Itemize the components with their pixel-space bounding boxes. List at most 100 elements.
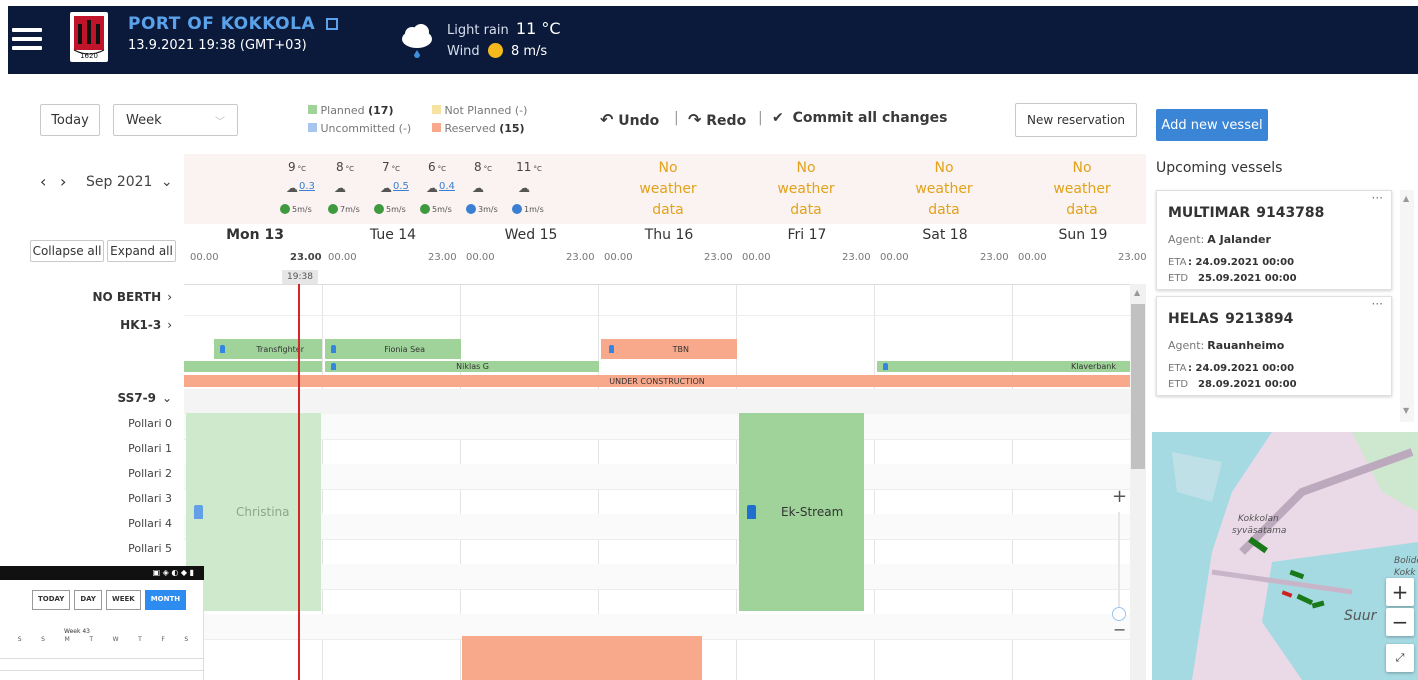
agent-label: Agent:: [1168, 233, 1205, 246]
berth-label[interactable]: SS7-9 ⌄: [22, 391, 173, 405]
temp-unit: °C: [345, 165, 355, 173]
scroll-down-icon[interactable]: ▼: [1403, 406, 1409, 415]
construction-label: UNDER CONSTRUCTION: [609, 376, 705, 386]
reservation-bar-tbn[interactable]: TBN: [601, 339, 737, 359]
sidebar-scrollbar[interactable]: ▲ ▼: [1400, 190, 1414, 422]
external-link-icon[interactable]: [325, 18, 338, 30]
scroll-up-icon[interactable]: ▲: [1403, 194, 1409, 203]
scroll-up-icon[interactable]: ▲: [1134, 288, 1140, 297]
slot-temperature: 6 °C: [414, 160, 460, 174]
port-logo: 1620: [70, 12, 108, 62]
wind-value: 3m/s: [478, 204, 498, 214]
slot-wind: 7m/s: [328, 204, 360, 214]
no-weather-line: weather: [639, 181, 697, 197]
day-end-time: 23.00: [428, 252, 457, 263]
temp-unit: °C: [483, 165, 493, 173]
vessel-agent: Agent: A Jalander: [1168, 233, 1271, 246]
divider: |: [758, 110, 763, 126]
chevron-icon[interactable]: ⌄: [162, 391, 172, 405]
map-zoom-in-button[interactable]: +: [1386, 578, 1414, 606]
vessel-pin-icon: [883, 363, 888, 370]
grid-scrollbar[interactable]: ▲: [1130, 284, 1146, 680]
no-weather-line: No: [796, 160, 816, 176]
chevron-icon[interactable]: ›: [167, 318, 172, 332]
day-end-time: 23.00: [1118, 252, 1147, 263]
rain-amount: 0.3: [299, 181, 315, 192]
slot-wind: 5m/s: [420, 204, 452, 214]
month-picker[interactable]: Sep 2021 ⌄: [86, 174, 173, 190]
today-button[interactable]: Today: [40, 104, 100, 136]
vessel-block-christina[interactable]: Christina: [186, 413, 321, 611]
redo-button[interactable]: ↷ Redo: [688, 110, 746, 129]
temp-value: 11: [516, 160, 532, 174]
vessel-bar-klaverbank[interactable]: Klaverbank: [877, 361, 1130, 372]
berth-name: HK1-3: [120, 318, 162, 332]
prev-week-button[interactable]: ‹: [40, 172, 46, 191]
vessel-card[interactable]: ··· MULTIMAR 9143788 Agent: A Jalander ETA: 2…: [1156, 190, 1392, 290]
wind-value: 5m/s: [386, 204, 406, 214]
berth-label[interactable]: HK1-3 ›: [22, 318, 172, 332]
mobile-view-button[interactable]: DAY: [74, 590, 102, 610]
slot-temperature: 9 °C: [274, 160, 320, 174]
cloud-rain-icon: [400, 24, 434, 60]
vessel-pin-icon: [331, 363, 336, 370]
agent-name: Rauanheimo: [1207, 339, 1285, 352]
vessel-pin-icon: [331, 345, 336, 353]
mobile-view-button[interactable]: MONTH: [144, 590, 187, 610]
vessel-bar-transfighter[interactable]: Transfighter: [214, 339, 322, 359]
chevron-icon[interactable]: ›: [167, 290, 172, 304]
zoom-in-button[interactable]: +: [1112, 486, 1127, 507]
day-end-time: 23.00: [980, 252, 1009, 263]
row-band: [184, 564, 1130, 589]
map-zoom-out-button[interactable]: −: [1386, 608, 1414, 636]
legend-uncommitted: Uncommitted (-): [308, 122, 411, 135]
berth-name: Pollari 2: [128, 467, 172, 480]
vessel-bar-transfighter-tail[interactable]: [184, 361, 322, 372]
vessel-title: HELAS: [1168, 311, 1220, 327]
more-options-icon[interactable]: ···: [1372, 297, 1383, 311]
vessel-imo: 9213894: [1225, 311, 1294, 327]
next-week-button[interactable]: ›: [60, 172, 66, 191]
no-weather-line: No: [934, 160, 954, 176]
mobile-view-button[interactable]: WEEK: [106, 590, 141, 610]
vessel-bar-fionia-sea[interactable]: Fionia Sea: [325, 339, 461, 359]
no-weather-line: data: [790, 202, 822, 218]
commit-button[interactable]: ✔ Commit all changes: [772, 110, 948, 126]
zoom-slider-track[interactable]: [1118, 512, 1120, 610]
vessel-bar-niklas-g[interactable]: Niklas G: [325, 361, 599, 372]
divider: |: [674, 110, 679, 126]
menu-icon[interactable]: [12, 28, 42, 52]
construction-bar[interactable]: UNDER CONSTRUCTION: [184, 375, 1130, 387]
harbor-map[interactable]: Kokkolan syväsatama Suur Boliden Kokk + …: [1152, 432, 1418, 680]
berth-name: Pollari 3: [128, 492, 172, 505]
mobile-status-bar: ▣ ◈ ◐ ◆ ▮: [0, 566, 204, 580]
expand-all-button[interactable]: Expand all: [107, 240, 176, 262]
vessel-card[interactable]: ··· HELAS 9213894 Agent: Rauanheimo ETA: 24.0…: [1156, 296, 1392, 396]
agent-name: A Jalander: [1207, 233, 1271, 246]
berth-name: Pollari 4: [128, 517, 172, 530]
no-weather-line: data: [928, 202, 960, 218]
scrollbar-thumb[interactable]: [1131, 304, 1145, 469]
map-fullscreen-button[interactable]: ⤢: [1386, 644, 1414, 672]
undo-button[interactable]: ↶ Undo: [600, 110, 659, 129]
berth-label[interactable]: NO BERTH ›: [22, 290, 172, 304]
collapse-all-button[interactable]: Collapse all: [30, 240, 104, 262]
temp-value: 6: [427, 160, 436, 174]
temp-value: 8: [335, 160, 344, 174]
day-start-time: 00.00: [190, 252, 219, 263]
more-options-icon[interactable]: ···: [1372, 191, 1383, 205]
mobile-view-button[interactable]: TODAY: [32, 590, 71, 610]
view-select[interactable]: Week ﹀: [113, 104, 238, 136]
vessel-block-ek-stream[interactable]: Ek-Stream: [739, 413, 864, 611]
day-end-time: 23.00: [290, 252, 322, 263]
new-reservation-button[interactable]: New reservation: [1015, 103, 1137, 137]
temp-unit: °C: [391, 165, 401, 173]
zoom-out-button[interactable]: −: [1113, 620, 1126, 639]
cloud-icon: ☁: [426, 181, 438, 195]
day-end-time: 23.00: [842, 252, 871, 263]
zoom-slider-handle[interactable]: [1112, 607, 1126, 621]
reservation-block[interactable]: [462, 636, 702, 680]
add-vessel-button[interactable]: Add new vessel: [1156, 109, 1268, 141]
row-band: [184, 389, 1130, 414]
weather-condition: Light rain 11 °C: [447, 19, 561, 38]
